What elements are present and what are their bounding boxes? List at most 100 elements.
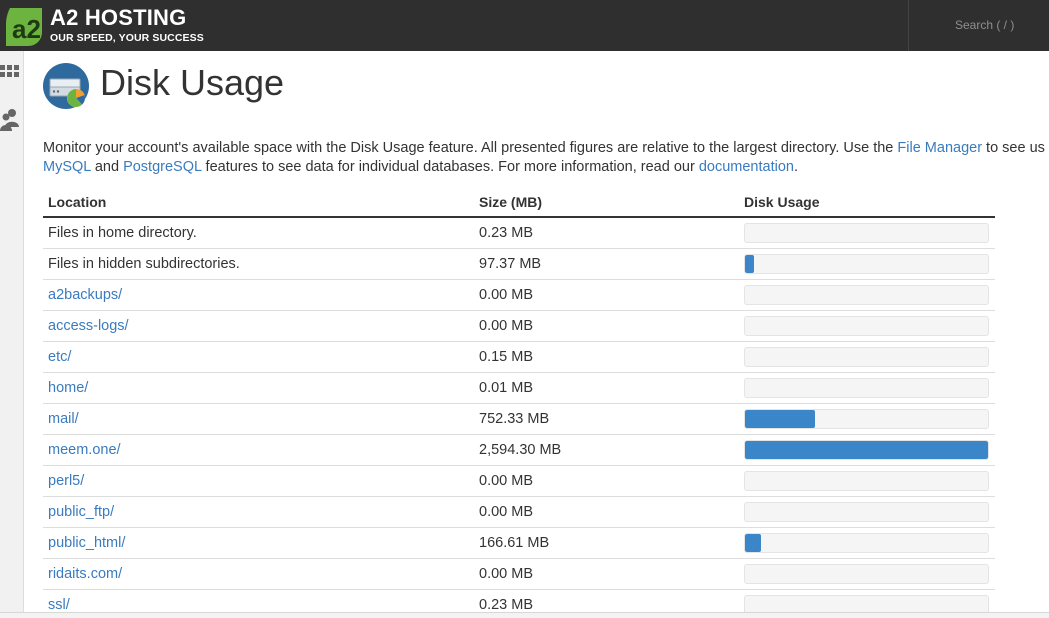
size-cell: 0.15 MB: [474, 341, 739, 373]
usage-bar: [744, 253, 989, 274]
location-link[interactable]: ridaits.com/: [48, 566, 122, 582]
search-box[interactable]: Search ( / ): [908, 0, 1049, 51]
usage-cell: [739, 558, 995, 590]
postgresql-link[interactable]: PostgreSQL: [123, 159, 201, 175]
size-value: 97.37 MB: [479, 255, 542, 272]
description-text: .: [793, 158, 798, 175]
size-cell: 0.00 MB: [474, 558, 739, 590]
usage-bar: [744, 501, 989, 522]
table-row: meem.one/2,594.30 MB: [43, 434, 995, 466]
description-text: and: [90, 158, 124, 175]
documentation-link[interactable]: documentation: [699, 159, 794, 175]
location-link[interactable]: a2backups/: [48, 287, 122, 303]
description-line-2: MySQL and PostgreSQL features to see dat…: [43, 158, 1049, 177]
table-row: mail/752.33 MB: [43, 403, 995, 435]
size-value: 166.61 MB: [479, 534, 550, 551]
size-value: 0.15 MB: [479, 348, 533, 365]
table-row: etc/0.15 MB: [43, 341, 995, 373]
location-link[interactable]: meem.one/: [48, 442, 121, 458]
mysql-link[interactable]: MySQL: [43, 159, 91, 175]
usage-cell: [739, 527, 995, 559]
column-header-location[interactable]: Location: [43, 188, 474, 218]
table-body: Files in home directory. 0.23 MB Files in …: [43, 217, 995, 618]
usage-bar: [744, 315, 989, 336]
usage-cell: [739, 465, 995, 497]
usage-cell: [739, 217, 995, 249]
horizontal-scrollbar[interactable]: [0, 612, 1049, 618]
rail-item-users[interactable]: [0, 107, 20, 131]
brand-logo[interactable]: a2 A2 HOSTING OUR SPEED, YOUR SUCCESS: [0, 0, 230, 51]
column-header-size[interactable]: Size (MB): [474, 188, 739, 218]
usage-bar-fill: [745, 409, 816, 428]
location-cell: perl5/: [43, 465, 474, 497]
size-cell: 0.00 MB: [474, 496, 739, 528]
table-row: public_ftp/0.00 MB: [43, 496, 995, 528]
main-content: Disk Usage Monitor your account's availa…: [25, 51, 1049, 618]
location-cell: Files in hidden subdirectories.: [43, 248, 474, 280]
size-value: 0.00 MB: [479, 317, 533, 334]
size-value: 752.33 MB: [479, 410, 550, 427]
usage-bar-fill: [745, 533, 761, 552]
size-cell: 0.01 MB: [474, 372, 739, 404]
location-cell: public_html/: [43, 527, 474, 559]
usage-bar: [744, 532, 989, 553]
size-cell: 0.23 MB: [474, 217, 739, 249]
table-header-row: Location Size (MB) Disk Usage: [43, 188, 995, 218]
page-title: Disk Usage: [100, 62, 285, 103]
top-header: a2 A2 HOSTING OUR SPEED, YOUR SUCCESS Se…: [0, 0, 1049, 51]
location-link[interactable]: access-logs/: [48, 318, 129, 334]
size-value: 0.00 MB: [479, 503, 533, 520]
usage-bar: [744, 284, 989, 305]
size-value: 0.00 MB: [479, 565, 533, 582]
location-link[interactable]: home/: [48, 380, 88, 396]
rail-item-tools[interactable]: [0, 61, 20, 85]
users-icon: [0, 109, 19, 131]
location-link[interactable]: public_html/: [48, 535, 125, 551]
usage-cell: [739, 434, 995, 466]
brand-tagline: OUR SPEED, YOUR SUCCESS: [50, 32, 204, 44]
table-row: ridaits.com/0.00 MB: [43, 558, 995, 590]
location-link[interactable]: etc/: [48, 349, 71, 365]
file-manager-link[interactable]: File Manager: [897, 140, 982, 156]
size-cell: 0.00 MB: [474, 465, 739, 497]
size-value: 0.00 MB: [479, 286, 533, 303]
usage-cell: [739, 310, 995, 342]
size-value: 0.00 MB: [479, 472, 533, 489]
usage-cell: [739, 496, 995, 528]
description-text: to see us: [982, 140, 1045, 156]
size-cell: 2,594.30 MB: [474, 434, 739, 466]
usage-cell: [739, 403, 995, 435]
location-cell: public_ftp/: [43, 496, 474, 528]
search-label: Search ( / ): [955, 18, 1015, 32]
description-line-1: Monitor your account's available space w…: [43, 139, 1049, 158]
location-link[interactable]: public_ftp/: [48, 504, 114, 520]
size-cell: 0.00 MB: [474, 279, 739, 311]
location-link[interactable]: mail/: [48, 411, 79, 427]
size-value: 2,594.30 MB: [479, 441, 562, 458]
location-cell: a2backups/: [43, 279, 474, 311]
location-cell: mail/: [43, 403, 474, 435]
size-cell: 0.00 MB: [474, 310, 739, 342]
description-text: features to see data for individual data…: [201, 158, 699, 175]
size-value: 0.23 MB: [479, 224, 533, 241]
usage-cell: [739, 372, 995, 404]
column-header-disk-usage[interactable]: Disk Usage: [739, 188, 995, 218]
table-row: Files in hidden subdirectories. 97.37 MB: [43, 248, 995, 280]
location-cell: home/: [43, 372, 474, 404]
disk-usage-table: Location Size (MB) Disk Usage Files in h…: [43, 188, 995, 618]
location-link[interactable]: ssl/: [48, 597, 70, 613]
size-cell: 166.61 MB: [474, 527, 739, 559]
a2-logo-icon: a2: [6, 8, 42, 46]
table-row: Files in home directory. 0.23 MB: [43, 217, 995, 249]
size-cell: 97.37 MB: [474, 248, 739, 280]
location-link[interactable]: perl5/: [48, 473, 84, 489]
usage-bar: [744, 408, 989, 429]
table-row: perl5/0.00 MB: [43, 465, 995, 497]
usage-bar: [744, 377, 989, 398]
usage-bar: [744, 470, 989, 491]
size-value: 0.01 MB: [479, 379, 533, 396]
usage-bar: [744, 439, 989, 460]
usage-bar-fill: [745, 440, 988, 459]
size-value: 0.23 MB: [479, 596, 533, 613]
location-label: Files in home directory.: [48, 224, 197, 241]
